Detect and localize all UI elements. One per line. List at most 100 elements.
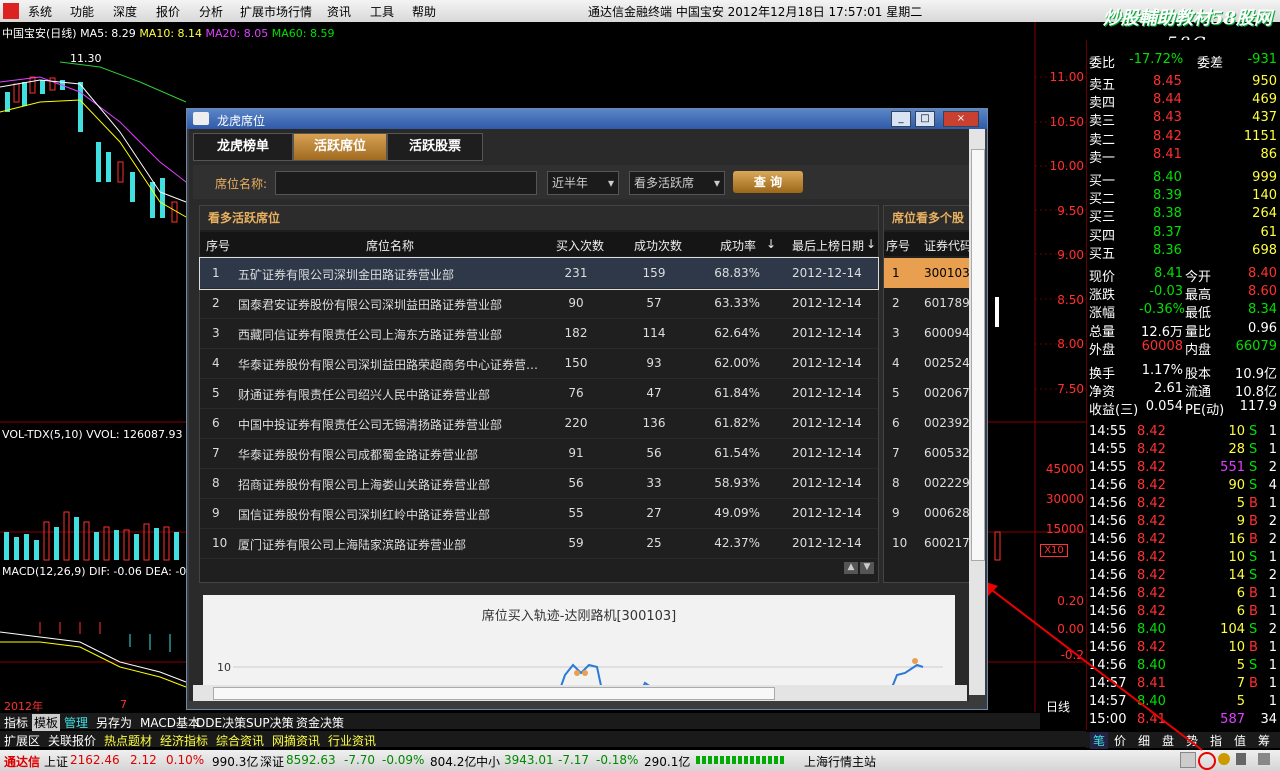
row-no: 5 [212,386,220,400]
btn-industry[interactable]: 行业资讯 [328,732,376,749]
chevron-down-icon: ▾ [607,176,614,190]
ask-label: 卖五 [1089,78,1116,93]
horizontal-scrollbar[interactable] [193,685,967,701]
tray-antenna-icon[interactable] [1258,753,1270,765]
row-success-rate: 61.54% [714,446,760,460]
tick-price: 8.42 [1137,460,1166,475]
close-button[interactable]: × [943,111,979,127]
menu-quote[interactable]: 报价 [156,3,180,20]
btn-related-quote[interactable]: 关联报价 [48,732,96,749]
stat-label: 量比 [1185,324,1212,340]
tab-active-stocks[interactable]: 活跃股票 [387,133,483,161]
order-diff-label: 委差 [1197,56,1224,71]
btn-ext-area[interactable]: 扩展区 [4,732,40,749]
dialog-titlebar[interactable]: 龙虎席位 _ □ × [187,109,987,129]
tab-chips[interactable]: 筹 [1258,732,1270,749]
col-success-rate[interactable]: 成功率 [720,237,756,254]
row-last-date: 2012-12-14 [792,506,862,520]
seat-name-input[interactable] [275,171,537,195]
seat-stock-row[interactable]: 1 300103 [884,258,974,288]
row-seat-name: 财通证券有限责任公司绍兴人民中路证券营业部 [238,388,491,402]
vscroll-thumb[interactable] [971,149,985,561]
table-row[interactable]: 2 国泰君安证券股份有限公司深圳益田路证券营业部 90 57 63.33% 2012-12… [200,288,878,319]
btn-sup[interactable]: SUP决策 [246,714,294,731]
table-row[interactable]: 8 招商证券股份有限公司上海娄山关路证券营业部 56 33 58.93% 2012-12-… [200,468,878,499]
seat-buy-track-chart[interactable]: 席位买入轨迹-达刚路机[300103] 10 [203,595,955,695]
col-buy-count[interactable]: 买入次数 [556,237,604,254]
btn-hot-topic[interactable]: 热点题材 [104,732,152,749]
server-label[interactable]: 上海行情主站 [804,753,876,770]
table-row[interactable]: 5 财通证券有限责任公司绍兴人民中路证券营业部 76 47 61.84% 2012-12-… [200,378,878,409]
tab-value[interactable]: 值 [1234,732,1246,749]
col-success-count[interactable]: 成功次数 [634,237,682,254]
table-row[interactable]: 1 五矿证券有限公司深圳金田路证券营业部 231 159 68.83% 2012-12-1… [199,257,879,290]
vertical-scrollbar[interactable] [969,129,985,695]
scroll-down-icon[interactable]: ▼ [860,562,874,574]
table-row[interactable]: 4 华泰证券股份有限公司深圳益田路荣超商务中心证券营… 150 93 62.00% 201… [200,348,878,379]
menu-help[interactable]: 帮助 [412,3,436,20]
menu-depth[interactable]: 深度 [113,3,137,20]
btn-indicator[interactable]: 指标 [4,714,28,731]
row-success-count: 114 [642,326,666,340]
table-row[interactable]: 9 国信证券股份有限公司深圳红岭中路证券营业部 55 27 49.09% 2012-12-… [200,498,878,529]
btn-news[interactable]: 综合资讯 [216,732,264,749]
price-tick: 10.50 [1049,114,1084,129]
btn-template[interactable]: 模板 [32,714,61,731]
year-label: 2012年 [4,700,43,713]
seat-stock-row[interactable]: 10 600217 [884,528,974,558]
btn-manage[interactable]: 管理 [64,714,88,731]
table-row[interactable]: 7 华泰证券股份有限公司成都蜀金路证券营业部 91 56 61.54% 2012-12-1… [200,438,878,469]
minimize-button[interactable]: _ [891,111,911,127]
menu-analysis[interactable]: 分析 [199,3,223,20]
ask-row: 卖一 8.41 86 [1089,147,1279,166]
menu-tools[interactable]: 工具 [370,3,394,20]
col-no[interactable]: 序号 [886,237,910,254]
table-row[interactable]: 6 中国中投证券有限责任公司无锡清扬路证券营业部 220 136 61.82% 2012-… [200,408,878,439]
period-select[interactable]: 近半年 ▾ [547,171,619,195]
btn-dde[interactable]: DDE决策 [196,714,246,731]
tab-active-seats[interactable]: 活跃席位 [293,133,387,161]
seat-stock-row[interactable]: 9 000628 [884,498,974,528]
menu-system[interactable]: 系统 [28,3,52,20]
menu-ext-market[interactable]: 扩展市场行情 [240,3,312,20]
menu-function[interactable]: 功能 [70,3,94,20]
table-row[interactable]: 10 厦门证券有限公司上海陆家滨路证券营业部 59 25 42.37% 2012-12-1… [200,528,878,559]
maximize-button[interactable]: □ [915,111,935,127]
seat-stock-row[interactable]: 6 002392 [884,408,974,438]
btn-fund[interactable]: 资金决策 [296,714,344,731]
ask-volume: 437 [1252,110,1277,126]
vol-tick: 30000 [1045,492,1084,506]
seat-stock-row[interactable]: 2 601789 [884,288,974,318]
tab-dragon-tiger-list[interactable]: 龙虎榜单 [193,133,293,161]
row-buy-count: 91 [568,446,584,460]
price-tick: 9.50 [1057,203,1084,218]
seat-stock-row[interactable]: 8 002229 [884,468,974,498]
query-button[interactable]: 查 询 [733,171,803,193]
scroll-up-icon[interactable]: ▲ [844,562,858,574]
col-no[interactable]: 序号 [206,237,230,254]
stat-label: 总量 [1089,324,1116,340]
tray-tool-icon[interactable] [1236,753,1246,765]
col-code[interactable]: 证券代码 [924,237,972,254]
btn-web-news[interactable]: 网摘资讯 [272,732,320,749]
hscroll-thumb[interactable] [213,687,775,700]
menu-news[interactable]: 资讯 [327,3,351,20]
zx-change: -7.17 [558,753,590,767]
macd-legend: MACD(12,26,9) DIF: -0.06 DEA: -0 [2,565,187,578]
col-last-date[interactable]: 最后上榜日期 [792,237,864,254]
tick-volume: 551 [1220,460,1245,475]
tick-time: 14:55 [1089,442,1127,457]
table-row[interactable]: 3 西藏同信证券有限责任公司上海东方路证券营业部 182 114 62.64% 2012-… [200,318,878,349]
col-seat-name[interactable]: 席位名称 [366,237,414,254]
seat-stock-row[interactable]: 4 002524 [884,348,974,378]
filter-select[interactable]: 看多活跃席 ▾ [629,171,725,195]
seat-stock-row[interactable]: 3 600094 [884,318,974,348]
btn-save-as[interactable]: 另存为 [96,714,132,731]
price-tick: 8.00 [1057,337,1084,351]
tick-side: B [1249,532,1258,547]
chevron-down-icon: ▾ [713,176,720,190]
btn-econ[interactable]: 经济指标 [160,732,208,749]
seat-stock-row[interactable]: 7 600532 [884,438,974,468]
btn-macd-basic[interactable]: MACD基本 [140,714,200,731]
seat-stock-row[interactable]: 5 002067 [884,378,974,408]
